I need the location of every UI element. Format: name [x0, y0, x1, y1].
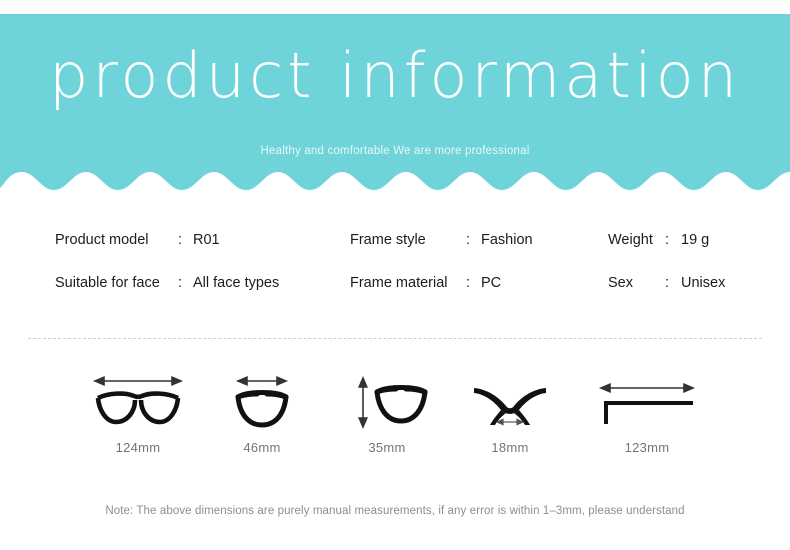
specification-table: Product model : R01 Frame style : Fashio…: [0, 232, 790, 318]
spec-label-product-model: Product model: [55, 232, 149, 248]
spec-colon: :: [665, 232, 670, 248]
spec-colon: :: [466, 232, 471, 248]
spec-colon: :: [665, 275, 670, 291]
dimension-item-lens-height: 35mm: [327, 368, 447, 455]
spec-value-weight: 19 g: [681, 232, 710, 248]
spec-label-suitable-for-face: Suitable for face: [55, 275, 160, 291]
dimension-item-bridge-width: 18mm: [450, 368, 570, 455]
spec-row: Suitable for face : All face types Frame…: [0, 275, 790, 318]
spec-value-suitable-for-face: All face types: [193, 275, 280, 291]
bridge-width-icon: [450, 368, 570, 430]
frame-total-width-icon: [78, 368, 198, 430]
spec-label-frame-material: Frame material: [350, 275, 448, 291]
spec-value-sex: Unisex: [681, 275, 726, 291]
page-title: product information: [48, 39, 741, 112]
spec-colon: :: [466, 275, 471, 291]
spec-value-product-model: R01: [193, 232, 220, 248]
spec-label-frame-style: Frame style: [350, 232, 426, 248]
temple-length-icon: [587, 368, 707, 430]
spec-value-frame-style: Fashion: [481, 232, 533, 248]
spec-colon: :: [178, 275, 183, 291]
spec-colon: :: [178, 232, 183, 248]
dimension-item-temple-length: 123mm: [587, 368, 707, 455]
dimension-label: 35mm: [368, 440, 406, 455]
dimension-label: 46mm: [243, 440, 281, 455]
spec-label-sex: Sex: [608, 275, 633, 291]
spec-row: Product model : R01 Frame style : Fashio…: [0, 232, 790, 275]
lens-height-icon: [327, 368, 447, 430]
banner-subtitle: Healthy and comfortable We are more prof…: [260, 145, 530, 157]
product-information-banner: product information Healthy and comforta…: [0, 14, 790, 190]
spec-label-weight: Weight: [608, 232, 653, 248]
dimension-label: 18mm: [491, 440, 529, 455]
spec-value-frame-material: PC: [481, 275, 502, 291]
dimension-label: 124mm: [115, 440, 161, 455]
dimension-label: 123mm: [624, 440, 670, 455]
dimension-diagrams: 124mm 46mm 35mm 18mm 123mm: [0, 368, 790, 468]
dimension-item-frame-width: 124mm: [78, 368, 198, 455]
dimension-item-lens-width: 46mm: [202, 368, 322, 455]
section-divider: [28, 338, 762, 339]
measurement-note: Note: The above dimensions are purely ma…: [105, 505, 685, 517]
lens-width-icon: [202, 368, 322, 430]
